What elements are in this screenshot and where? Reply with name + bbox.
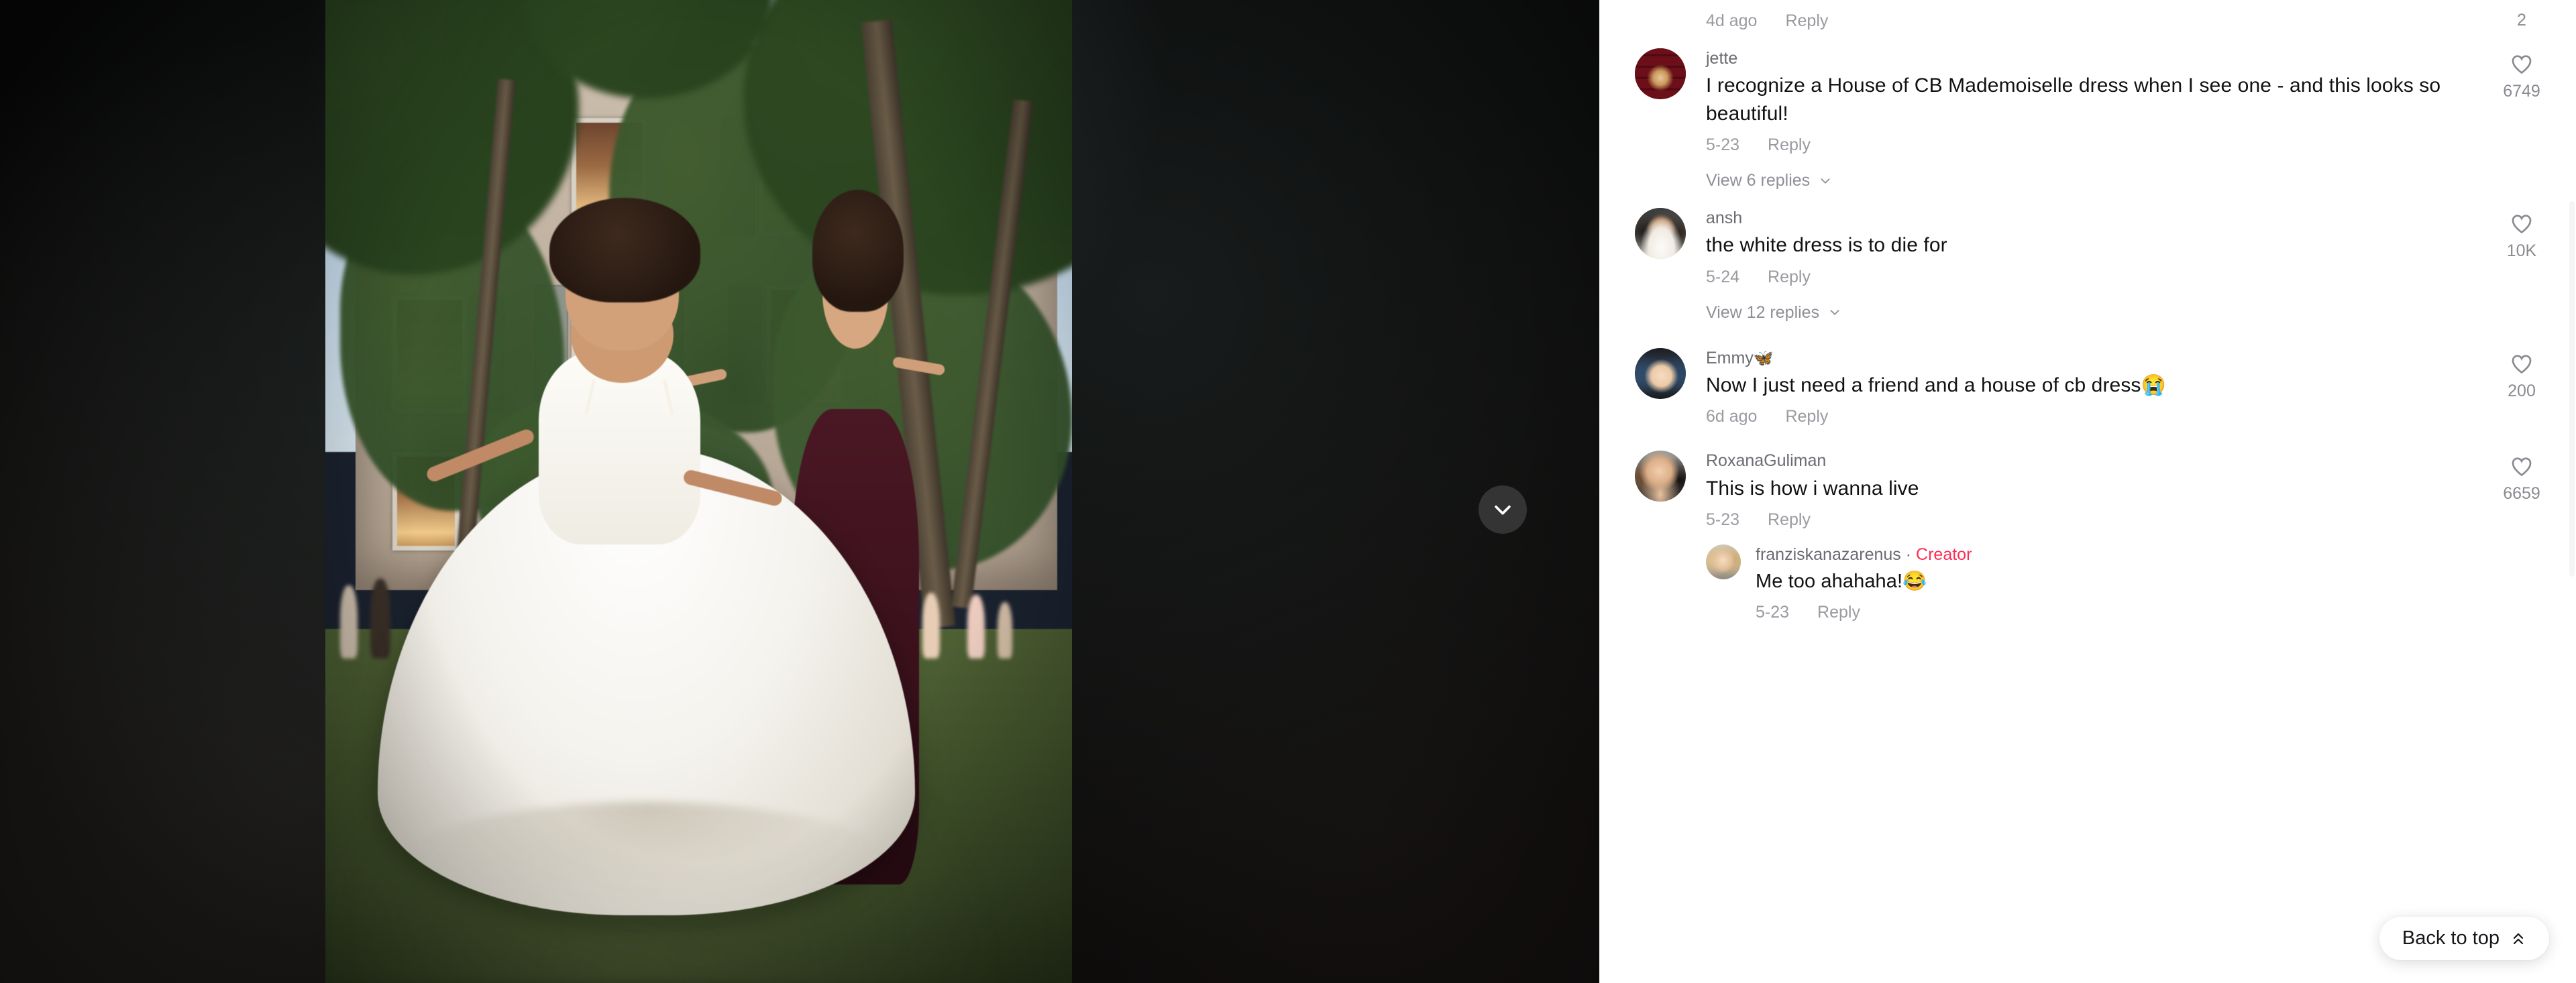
comment-meta: 5-23 Reply	[1706, 135, 2442, 155]
comment-meta: 4d ago Reply	[1706, 11, 1828, 31]
video-player-pane[interactable]	[0, 0, 1599, 983]
comment-time: 5-24	[1706, 267, 1740, 286]
comment-reply-item: franziskanazarenus · Creator Me too ahah…	[1706, 530, 2536, 622]
avatar[interactable]	[1635, 48, 1686, 99]
avatar-image	[1635, 208, 1686, 259]
chevron-down-icon	[1495, 505, 1511, 515]
comment-text: Now I just need a friend and a house of …	[1706, 373, 2166, 396]
comment-meta: 5-23 Reply	[1756, 603, 2442, 622]
like-count: 200	[2508, 381, 2536, 400]
left-arm	[425, 427, 537, 484]
separator: ·	[1905, 544, 1912, 564]
comments-scroll-area[interactable]: 4d ago Reply 2 jette I recognize a House…	[1600, 0, 2576, 983]
avatar[interactable]	[1635, 451, 1686, 502]
reply-button[interactable]: Reply	[1768, 268, 1811, 287]
reply-button[interactable]: Reply	[1785, 407, 1828, 426]
comment-time: 5-23	[1706, 510, 1740, 529]
comments-pane[interactable]: 4d ago Reply 2 jette I recognize a House…	[1599, 0, 2576, 983]
comment-time: 5-23	[1706, 135, 1740, 155]
view-replies-label: View 6 replies	[1706, 171, 1811, 190]
avatar[interactable]	[1706, 544, 1741, 579]
comment-username[interactable]: jette	[1706, 48, 1737, 69]
comment-time: 4d ago	[1706, 11, 1758, 30]
reply-button[interactable]: Reply	[1785, 11, 1828, 31]
username-text: franziskanazarenus	[1756, 544, 1901, 564]
avatar-image	[1706, 544, 1741, 579]
comment-item: RoxanaGuliman This is how i wanna live 5…	[1635, 426, 2540, 530]
like-button[interactable]: 6659	[2485, 453, 2559, 502]
butterfly-emoji: 🦋	[1753, 349, 1774, 367]
avatar-image	[1635, 48, 1686, 99]
comment-text: Me too ahahaha!😂	[1756, 571, 1927, 593]
view-replies-button[interactable]: View 12 replies	[1706, 303, 2536, 323]
avatar-image	[1635, 451, 1686, 502]
double-chevron-up-icon	[2513, 933, 2524, 944]
reply-button[interactable]: Reply	[1817, 603, 1860, 622]
video-frame[interactable]	[325, 0, 1072, 983]
comment-username[interactable]: franziskanazarenus · Creator	[1756, 544, 1972, 565]
tiktok-video-detail-page: 4d ago Reply 2 jette I recognize a House…	[0, 0, 2576, 983]
comment-item: ansh the white dress is to die for 5-24 …	[1635, 194, 2536, 287]
comment-time: 5-23	[1756, 603, 1790, 622]
hair	[549, 197, 700, 302]
like-count: 10K	[2506, 241, 2537, 261]
comment-meta: 5-24 Reply	[1706, 268, 2442, 287]
heart-icon	[2512, 355, 2532, 373]
heart-icon	[2512, 215, 2532, 234]
next-video-button[interactable]	[1479, 485, 1527, 534]
comment-username[interactable]: RoxanaGuliman	[1706, 451, 1826, 471]
main-dancer	[377, 158, 916, 964]
creator-badge: Creator	[1916, 544, 1972, 564]
chevron-down-icon	[1830, 310, 1839, 315]
comment-username[interactable]: Emmy🦋	[1706, 348, 1774, 369]
view-replies-label: View 12 replies	[1706, 302, 1820, 322]
comment-text: This is how i wanna live	[1706, 477, 1919, 500]
back-to-top-label: Back to top	[2402, 927, 2500, 949]
like-button[interactable]: 10K	[2485, 211, 2559, 259]
comments-scrollbar[interactable]	[2569, 201, 2575, 577]
avatar-image	[1635, 347, 1686, 399]
comment-text: I recognize a House of CB Mademoiselle d…	[1706, 74, 2441, 125]
heart-icon	[2512, 55, 2532, 74]
like-count: 6659	[2503, 484, 2540, 504]
reply-button[interactable]: Reply	[1768, 510, 1811, 530]
like-count[interactable]: 2	[2485, 11, 2559, 28]
chevron-down-icon	[1821, 178, 1830, 184]
comment-text: the white dress is to die for	[1706, 234, 1947, 257]
comment-item: jette I recognize a House of CB Mademois…	[1635, 35, 2540, 155]
comment-item: Emmy🦋 Now I just need a friend and a hou…	[1635, 327, 2536, 427]
comment-meta: 6d ago Reply	[1706, 407, 2442, 426]
view-replies-button[interactable]: View 6 replies	[1706, 171, 2536, 190]
reply-button[interactable]: Reply	[1768, 135, 1811, 155]
avatar[interactable]	[1635, 347, 1686, 399]
like-button[interactable]: 200	[2485, 351, 2559, 400]
like-count: 6749	[2503, 82, 2540, 101]
back-to-top-button[interactable]: Back to top	[2379, 917, 2549, 960]
comment-time: 6d ago	[1706, 407, 1758, 426]
comment-username[interactable]: ansh	[1706, 208, 1742, 229]
like-button[interactable]: 6749	[2485, 51, 2559, 100]
heart-icon	[2512, 457, 2532, 477]
partial-comment-top: 4d ago Reply 2	[1635, 0, 2536, 35]
dress-hem-shadow	[398, 802, 894, 931]
avatar[interactable]	[1635, 208, 1686, 259]
comment-meta: 5-23 Reply	[1706, 510, 2442, 530]
username-text: Emmy	[1706, 348, 1754, 367]
